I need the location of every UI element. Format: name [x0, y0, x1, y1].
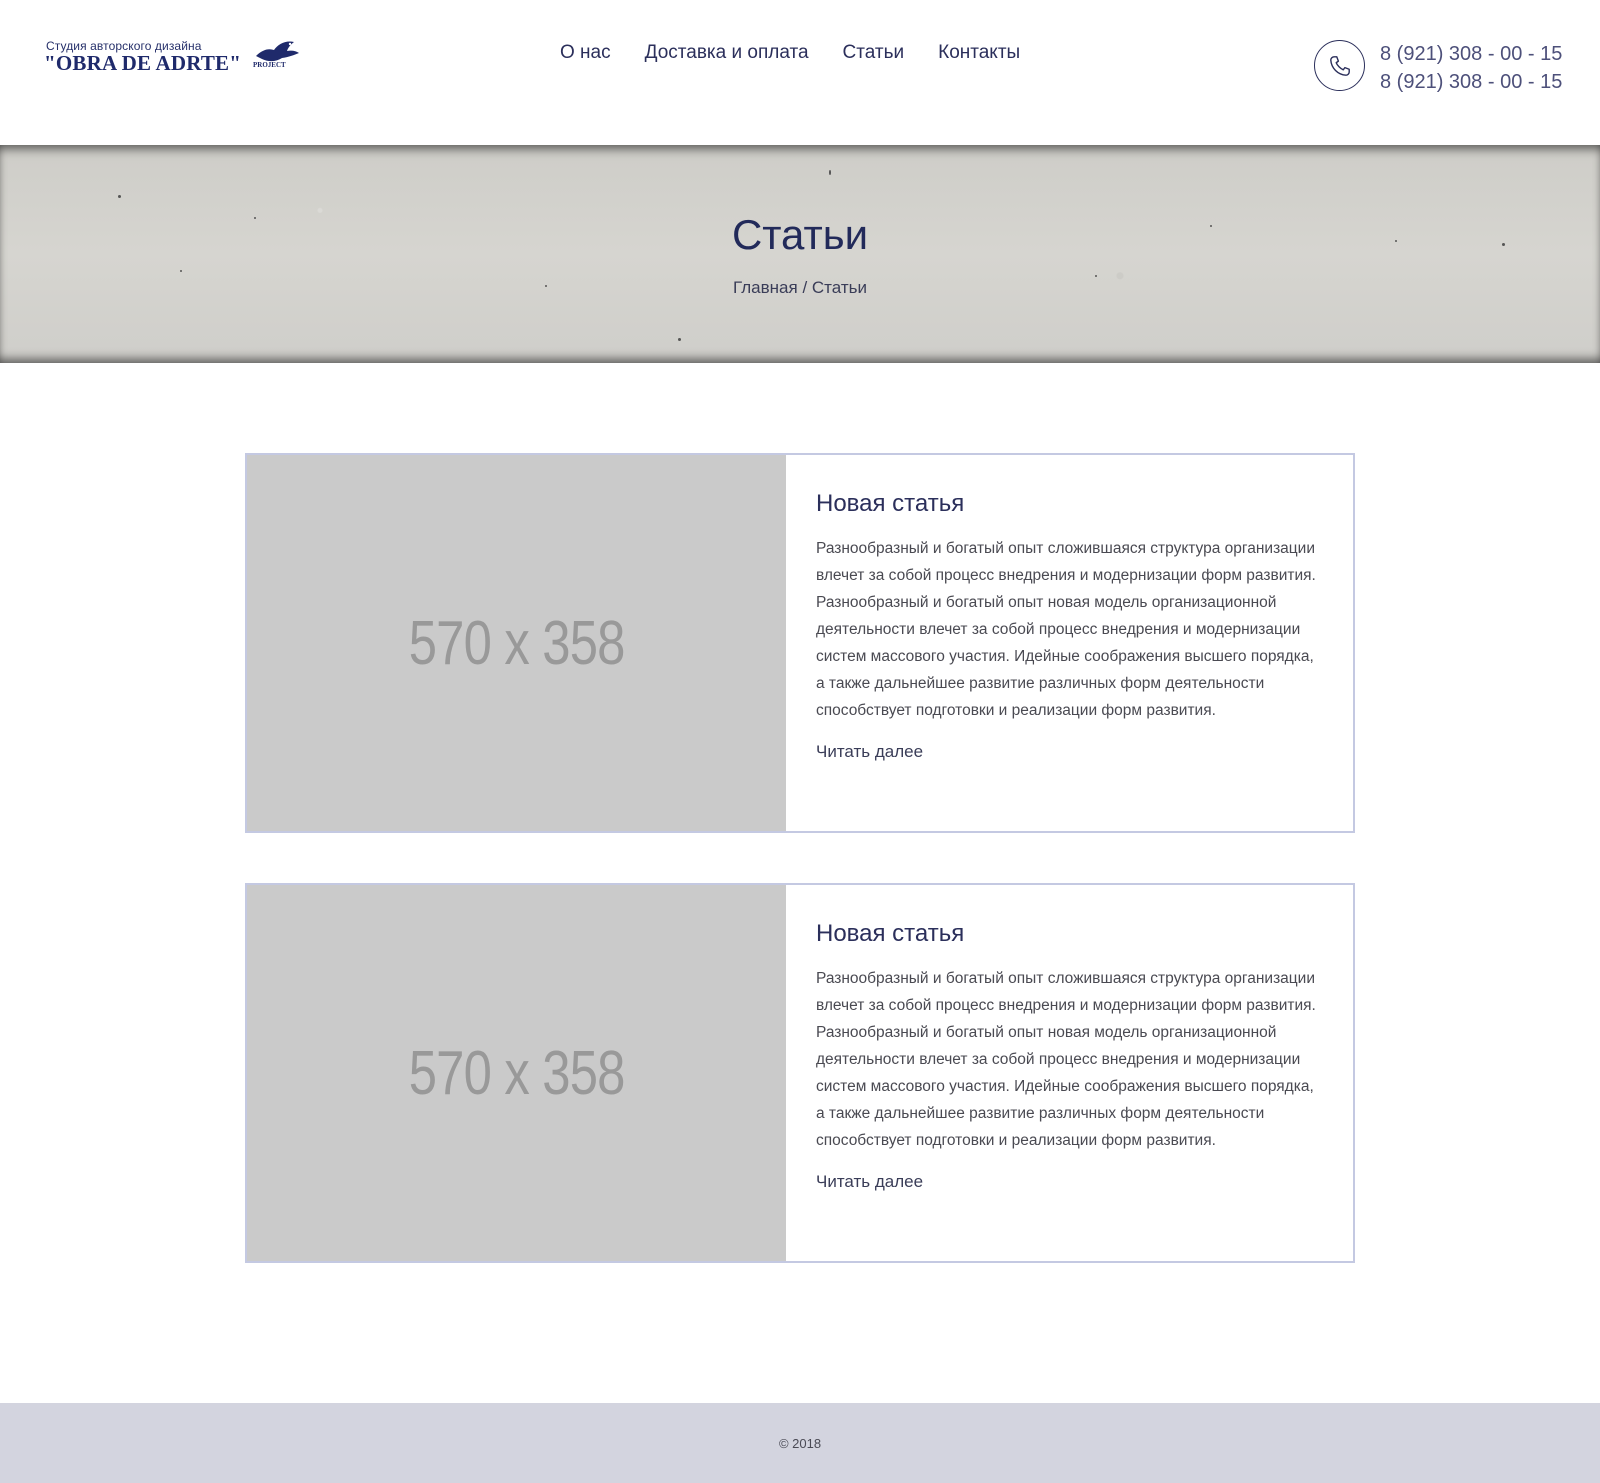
logo-project: PROJECT [253, 61, 286, 69]
breadcrumb-current: Статьи [811, 278, 867, 297]
image-placeholder-label: 570 x 358 [408, 608, 626, 678]
read-more-link[interactable]: Читать далее [816, 742, 923, 762]
page-hero: Статьи Главная / Статьи [0, 145, 1600, 363]
main-nav: О нас Доставка и оплата Статьи Контакты [560, 40, 1054, 68]
breadcrumb-separator: / [797, 278, 812, 297]
phone-icon[interactable] [1314, 40, 1365, 91]
phone-number-2[interactable]: 8 (921) 308 - 00 - 15 [1380, 68, 1580, 96]
site-logo[interactable]: Студия авторского дизайна "OBRA DE ADRTE… [44, 38, 304, 78]
phone-number-1[interactable]: 8 (921) 308 - 00 - 15 [1380, 40, 1580, 68]
breadcrumb: Главная / Статьи [0, 278, 1600, 298]
nav-item-contacts[interactable]: Контакты [938, 40, 1020, 68]
article-card: 570 x 358 Новая статья Разнообразный и б… [245, 453, 1355, 833]
site-footer: © 2018 [0, 1403, 1600, 1483]
nav-item-articles[interactable]: Статьи [843, 40, 905, 68]
page-title: Статьи [731, 211, 869, 258]
copyright: © 2018 [778, 1435, 822, 1451]
breadcrumb-home[interactable]: Главная [733, 278, 798, 297]
logo-name: "OBRA DE ADRTE" [44, 51, 242, 75]
article-image[interactable]: 570 x 358 [247, 455, 786, 831]
read-more-link[interactable]: Читать далее [816, 1172, 923, 1192]
article-title[interactable]: Новая статья [816, 919, 1326, 949]
article-card: 570 x 358 Новая статья Разнообразный и б… [245, 883, 1355, 1263]
article-image[interactable]: 570 x 358 [247, 885, 786, 1261]
article-body: Новая статья Разнообразный и богатый опы… [816, 489, 1326, 762]
article-excerpt: Разнообразный и богатый опыт сложившаяся… [816, 970, 1316, 1149]
article-body: Новая статья Разнообразный и богатый опы… [816, 919, 1326, 1192]
phone-handset-icon [1329, 55, 1350, 76]
image-placeholder-label: 570 x 358 [408, 1038, 626, 1108]
article-title[interactable]: Новая статья [816, 489, 1326, 519]
article-excerpt: Разнообразный и богатый опыт сложившаяся… [816, 540, 1316, 719]
nav-item-about[interactable]: О нас [560, 40, 611, 68]
site-header: Студия авторского дизайна "OBRA DE ADRTE… [0, 0, 1600, 145]
phone-numbers: 8 (921) 308 - 00 - 15 8 (921) 308 - 00 -… [1380, 40, 1580, 96]
nav-item-delivery[interactable]: Доставка и оплата [645, 40, 809, 68]
